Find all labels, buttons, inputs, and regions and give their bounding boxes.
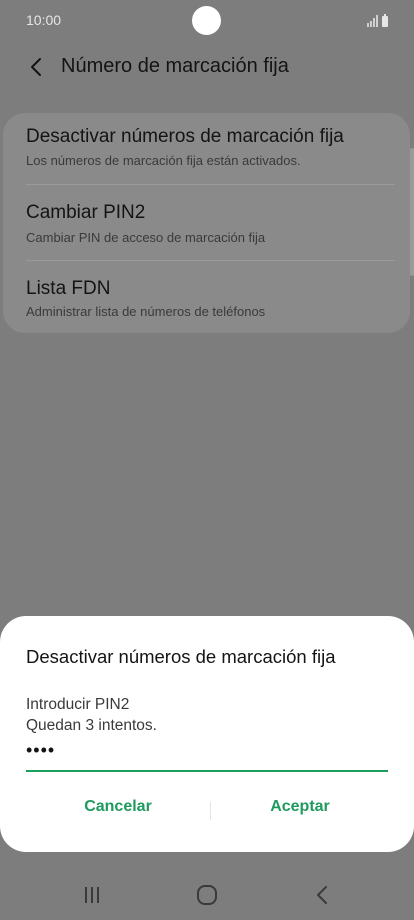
pin-dialog: Desactivar números de marcación fija Int… [0,616,414,852]
settings-item-fdn-list[interactable]: Lista FDN Administrar lista de números d… [3,261,410,337]
pin-value: •••• [26,740,56,760]
home-button[interactable] [193,882,221,908]
cancel-button[interactable]: Cancelar [30,798,206,822]
page-title: Número de marcación fija [61,55,289,77]
nav-back-button[interactable] [308,882,336,908]
pin-prompt-label: Introducir PIN2 [26,696,130,713]
back-button[interactable] [22,52,50,82]
accept-button[interactable]: Aceptar [212,798,388,822]
front-camera [192,6,221,35]
settings-card: Desactivar números de marcación fija Los… [3,113,410,333]
pin-input[interactable]: •••• [26,740,388,772]
settings-item-disable-fdn[interactable]: Desactivar números de marcación fija Los… [3,113,410,189]
settings-item-title: Lista FDN [26,278,111,299]
settings-item-subtitle: Administrar lista de números de teléfono… [26,304,266,319]
chevron-left-icon [31,58,41,76]
recents-icon [85,887,99,903]
settings-item-title: Desactivar números de marcación fija [26,126,344,147]
settings-item-change-pin2[interactable]: Cambiar PIN2 Cambiar PIN de acceso de ma… [3,185,410,261]
app-bar: Número de marcación fija [0,42,414,92]
navigation-bar [0,868,414,920]
scrollbar[interactable] [410,148,414,276]
status-time: 10:00 [26,12,62,28]
button-divider [210,802,211,820]
nav-back-icon [317,886,327,904]
signal-icon [367,15,378,27]
settings-item-subtitle: Cambiar PIN de acceso de marcación fija [26,230,266,245]
recents-button[interactable] [78,882,106,908]
attempts-label: Quedan 3 intentos. [26,717,157,734]
battery-icon [382,14,388,27]
dialog-title: Desactivar números de marcación fija [26,646,336,667]
settings-item-subtitle: Los números de marcación fija están acti… [26,153,301,168]
status-bar: 10:00 [0,0,414,42]
settings-item-title: Cambiar PIN2 [26,202,146,223]
home-icon [197,885,217,905]
status-icons [367,13,388,27]
